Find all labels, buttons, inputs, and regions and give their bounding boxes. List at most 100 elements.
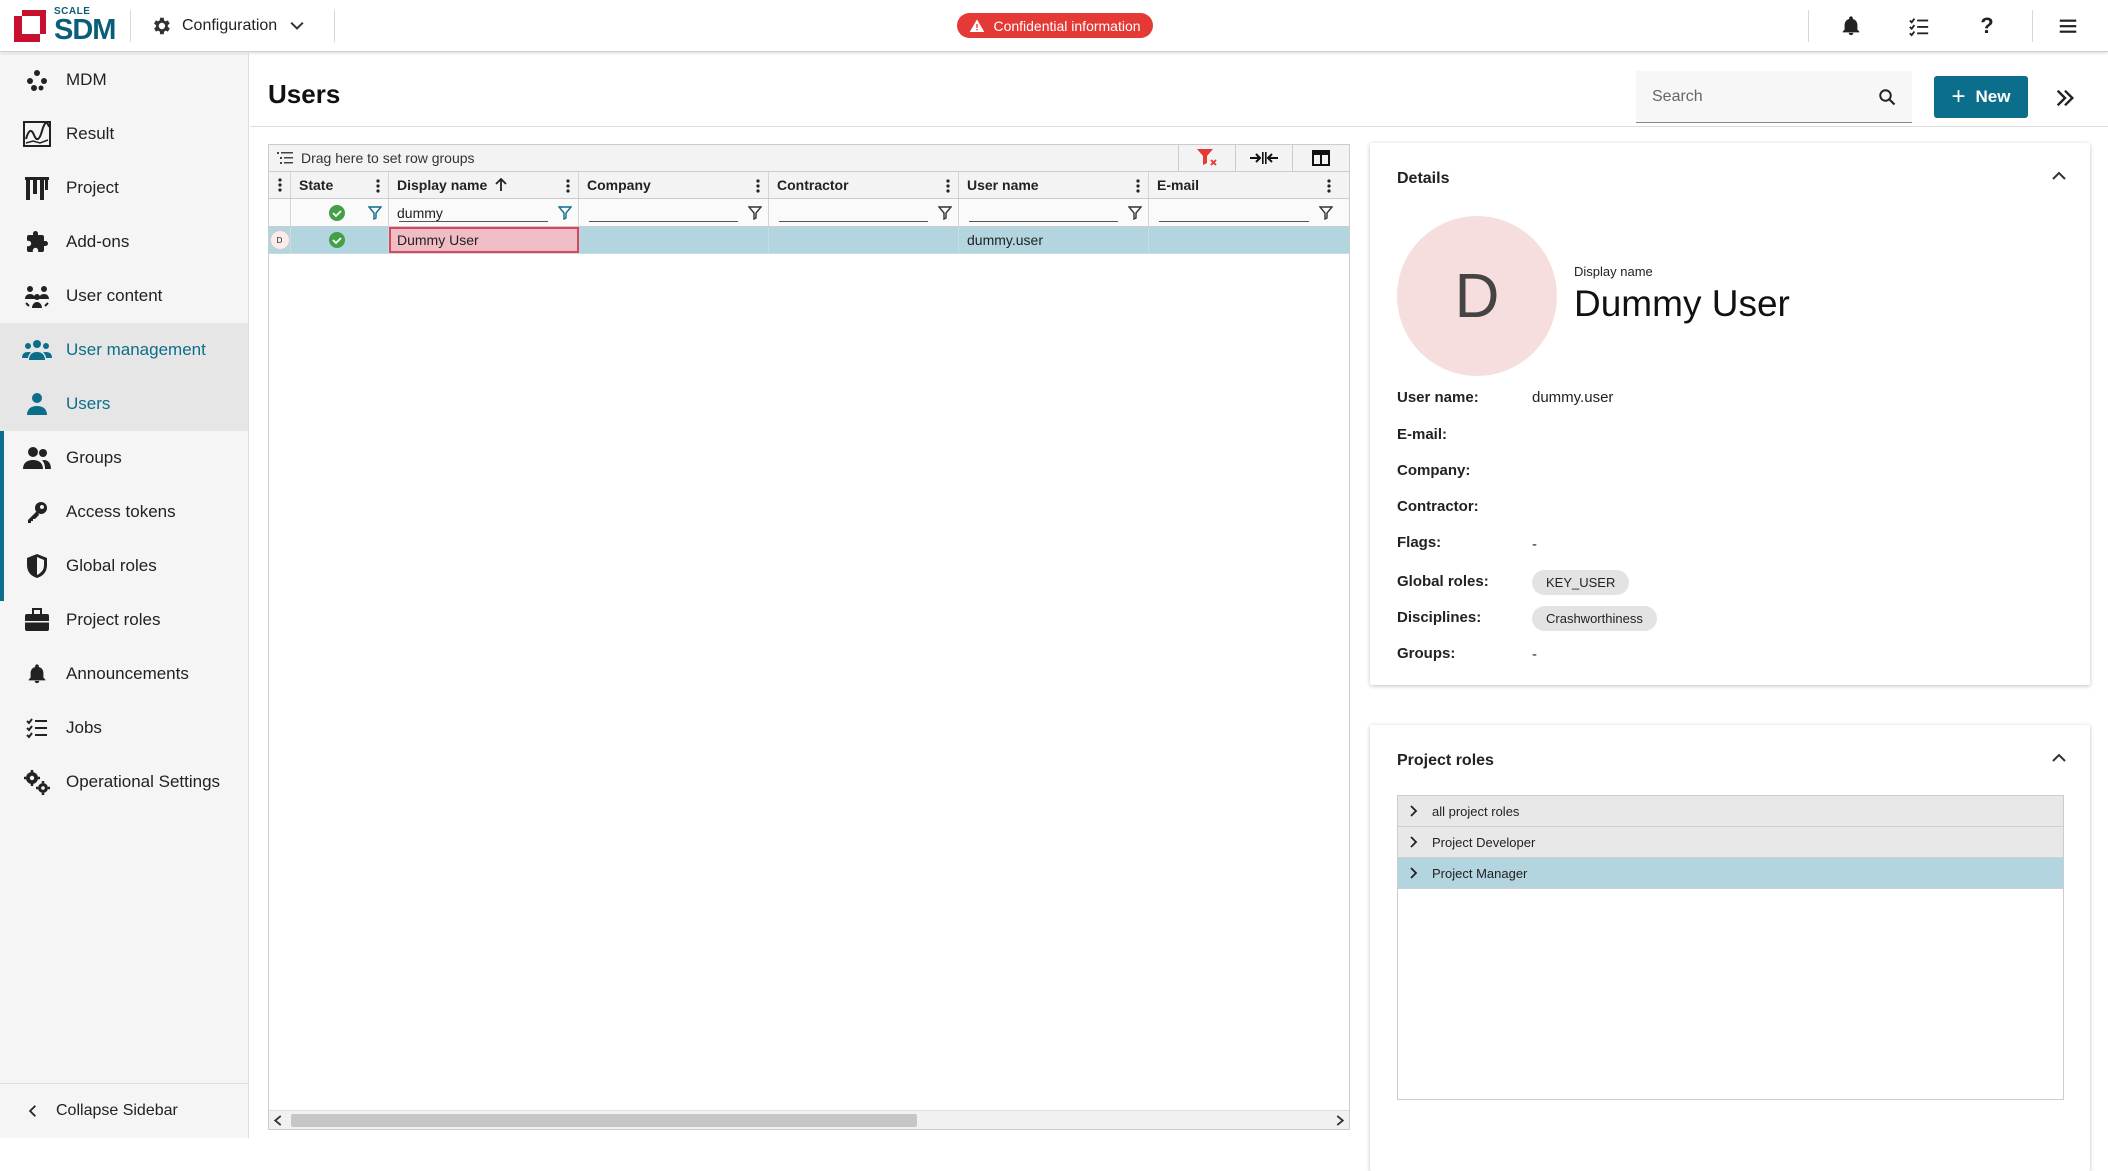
check-circle-icon <box>329 205 345 221</box>
sidebar-item-label: Announcements <box>66 664 189 683</box>
table-row[interactable]: D Dummy User dummy.user <box>269 227 1349 254</box>
filter-icon[interactable] <box>1319 206 1333 220</box>
column-header-state[interactable]: State <box>291 172 389 198</box>
sidebar-item-users[interactable]: Users <box>0 377 248 431</box>
details-card: Details D Display name Dummy User User n… <box>1370 143 2090 685</box>
list-check-icon <box>22 713 52 743</box>
row-company-cell[interactable] <box>579 227 769 253</box>
chevron-right-icon[interactable] <box>1410 805 1418 817</box>
row-group-icon <box>277 152 293 164</box>
configuration-menu[interactable]: Configuration <box>150 12 307 40</box>
kebab-icon[interactable] <box>756 179 760 193</box>
column-header-display-name[interactable]: Display name <box>389 172 579 198</box>
sidebar-item-announcements[interactable]: Announcements <box>0 647 248 701</box>
chevron-up-icon[interactable] <box>2052 171 2066 181</box>
row-group-hint: Drag here to set row groups <box>301 150 475 166</box>
row-menu-column[interactable] <box>269 172 291 198</box>
collapse-sidebar-button[interactable]: Collapse Sidebar <box>0 1083 249 1138</box>
sidebar-item-user-content[interactable]: User content <box>0 269 248 323</box>
sidebar-item-user-management[interactable]: User management <box>0 323 248 377</box>
chevron-up-icon[interactable] <box>2052 753 2066 763</box>
sidebar-item-label: Global roles <box>66 556 157 575</box>
sidebar-item-global-roles[interactable]: Global roles <box>0 539 248 593</box>
filter-icon[interactable] <box>938 206 952 220</box>
column-header-user-name[interactable]: User name <box>959 172 1149 198</box>
new-button[interactable]: + New <box>1934 76 2028 118</box>
kebab-icon[interactable] <box>1327 179 1331 193</box>
app-logo[interactable]: SCALE SDM <box>14 6 124 46</box>
warning-icon <box>970 18 985 32</box>
row-email-cell[interactable] <box>1149 227 1339 253</box>
kebab-icon[interactable] <box>946 179 950 193</box>
sidebar-item-mdm[interactable]: MDM <box>0 53 248 107</box>
expand-panel-button[interactable] <box>2050 83 2080 113</box>
details-title: Details <box>1397 170 1450 187</box>
sidebar-item-label: MDM <box>66 70 107 89</box>
autosize-columns-button[interactable] <box>1235 145 1292 171</box>
row-group-panel[interactable]: Drag here to set row groups <box>269 145 1349 172</box>
users-grid: Drag here to set row groups State Displa… <box>268 144 1350 1130</box>
filter-contractor[interactable] <box>769 199 959 226</box>
tree-row-label: Project Developer <box>1432 834 1536 850</box>
filter-user-name[interactable] <box>959 199 1149 226</box>
notifications-button[interactable] <box>1838 13 1864 39</box>
horizontal-scrollbar[interactable] <box>269 1110 1349 1129</box>
sidebar-item-groups[interactable]: Groups <box>0 431 248 485</box>
sidebar-item-result[interactable]: Result <box>0 107 248 161</box>
grid-filter-row: dummy <box>269 199 1349 227</box>
filter-active-icon[interactable] <box>368 206 382 220</box>
column-header-company[interactable]: Company <box>579 172 769 198</box>
row-contractor-cell[interactable] <box>769 227 959 253</box>
user-content-icon <box>22 281 52 311</box>
user-name-label: User name: <box>1397 389 1479 406</box>
mdm-icon <box>22 65 52 95</box>
kebab-icon[interactable] <box>566 179 570 193</box>
clear-filters-button[interactable] <box>1178 145 1235 171</box>
chevron-right-icon[interactable] <box>1410 867 1418 879</box>
scroll-left-icon[interactable] <box>273 1115 283 1126</box>
help-button[interactable]: ? <box>1974 13 2000 39</box>
filter-state[interactable] <box>291 199 389 226</box>
display-name-label: Display name <box>1574 264 1653 279</box>
help-icon: ? <box>1980 13 1994 38</box>
user-avatar: D <box>1397 216 1557 376</box>
column-chooser-button[interactable] <box>1292 145 1349 171</box>
sidebar-item-add-ons[interactable]: Add-ons <box>0 215 248 269</box>
kebab-icon <box>277 178 282 192</box>
column-header-email[interactable]: E-mail <box>1149 172 1339 198</box>
disciplines-label: Disciplines: <box>1397 609 1482 626</box>
scrollbar-thumb[interactable] <box>291 1114 917 1127</box>
row-avatar-cell: D <box>269 227 291 253</box>
sidebar-item-project[interactable]: Project <box>0 161 248 215</box>
sidebar: MDM Result Project Add-ons User content … <box>0 53 249 1138</box>
tree-row[interactable]: Project Manager <box>1398 858 2063 889</box>
chevron-right-icon[interactable] <box>1410 836 1418 848</box>
column-header-contractor[interactable]: Contractor <box>769 172 959 198</box>
sidebar-item-jobs[interactable]: Jobs <box>0 701 248 755</box>
search-input[interactable]: Search <box>1636 71 1912 123</box>
filter-underline <box>779 221 928 222</box>
filter-company[interactable] <box>579 199 769 226</box>
kebab-icon[interactable] <box>1136 179 1140 193</box>
sidebar-item-label: User management <box>66 340 206 359</box>
tree-row[interactable]: Project Developer <box>1398 827 2063 858</box>
filter-icon[interactable] <box>748 206 762 220</box>
scroll-right-icon[interactable] <box>1335 1115 1345 1126</box>
row-user-name-cell[interactable]: dummy.user <box>959 227 1149 253</box>
search-icon <box>1879 88 1896 105</box>
row-display-name-cell[interactable]: Dummy User <box>389 227 579 253</box>
main-menu-button[interactable] <box>2055 13 2081 39</box>
sidebar-item-operational-settings[interactable]: Operational Settings <box>0 755 248 809</box>
user-icon <box>22 389 52 419</box>
result-icon <box>22 119 52 149</box>
filter-icon[interactable] <box>1128 206 1142 220</box>
sidebar-item-project-roles[interactable]: Project roles <box>0 593 248 647</box>
tree-row[interactable]: all project roles <box>1398 796 2063 827</box>
tree-row-label: all project roles <box>1432 803 1520 819</box>
filter-email[interactable] <box>1149 199 1339 226</box>
filter-active-icon[interactable] <box>558 206 572 220</box>
sidebar-item-access-tokens[interactable]: Access tokens <box>0 485 248 539</box>
filter-display-name[interactable]: dummy <box>389 199 579 226</box>
tasks-button[interactable] <box>1906 13 1932 39</box>
kebab-icon[interactable] <box>376 179 380 193</box>
